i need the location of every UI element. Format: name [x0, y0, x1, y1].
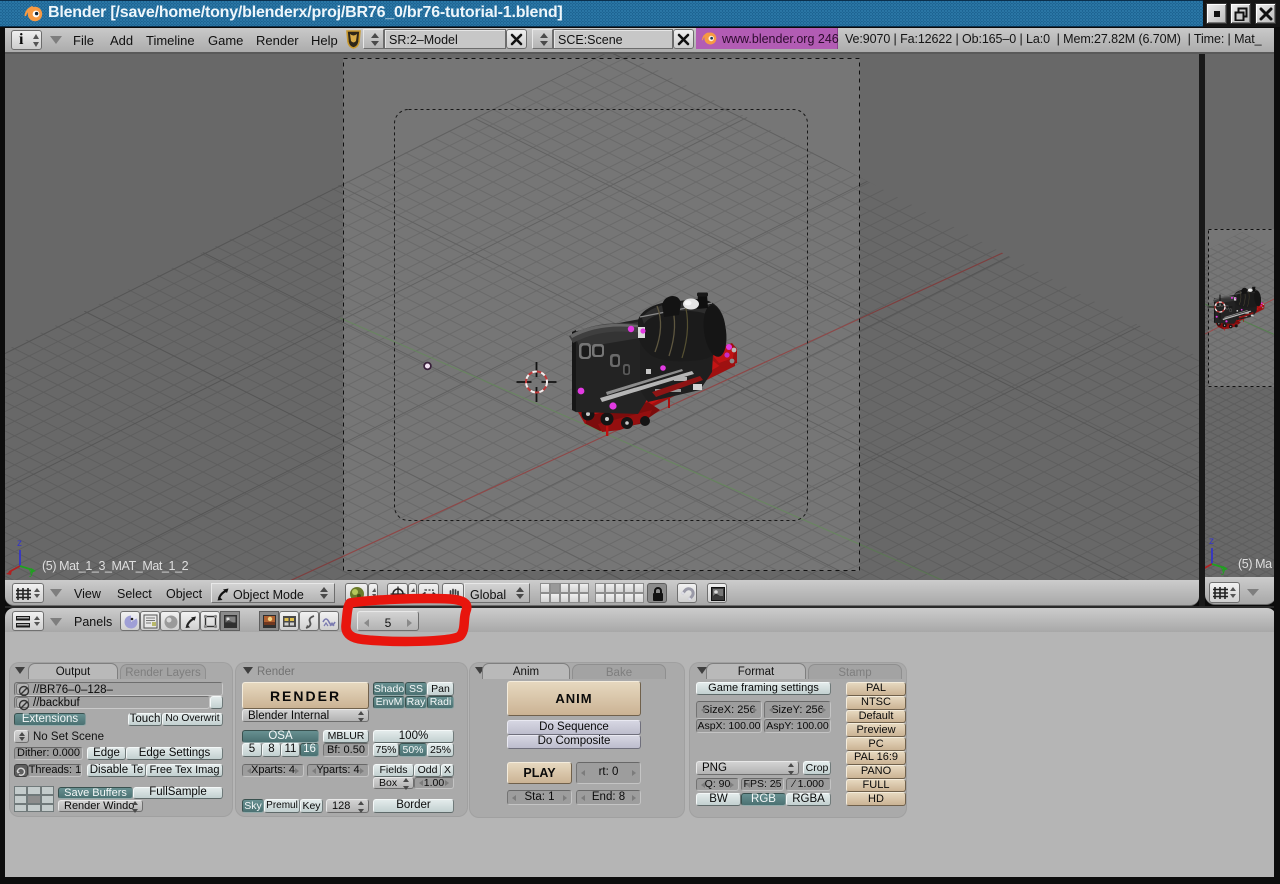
- svg-text:y: y: [29, 567, 34, 578]
- svg-text:(5) Mat_1_3_MAT_Mat_1_2: (5) Mat_1_3_MAT_Mat_1_2: [42, 559, 189, 573]
- svg-text:z: z: [17, 538, 22, 549]
- svg-text:y: y: [1221, 565, 1226, 576]
- svg-text:(5) Ma: (5) Ma: [1238, 557, 1272, 571]
- svg-text:z: z: [1209, 536, 1214, 547]
